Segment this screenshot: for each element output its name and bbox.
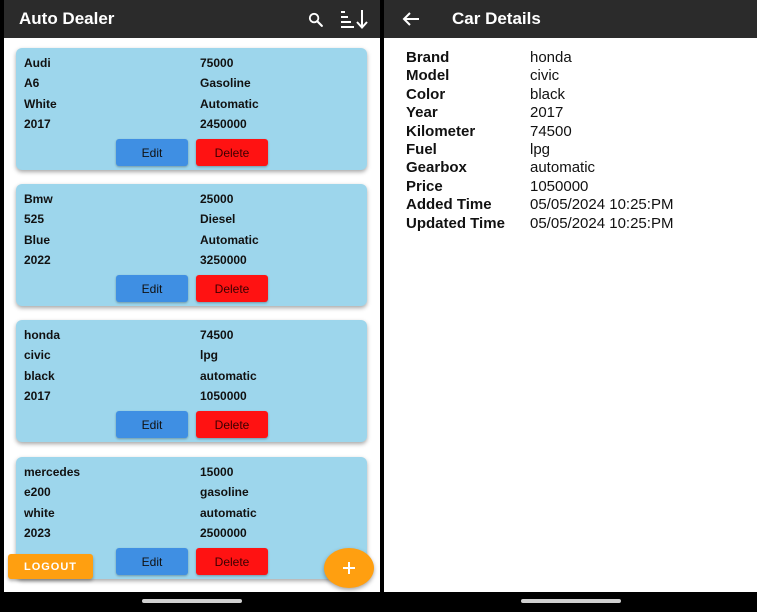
car-price: 2450000 <box>200 117 247 131</box>
detail-label: Gearbox <box>406 159 467 177</box>
home-gesture-bar[interactable] <box>520 599 621 603</box>
detail-value: 2017 <box>530 104 564 122</box>
car-model: e200 <box>24 485 51 499</box>
car-color: White <box>24 97 57 111</box>
delete-button[interactable]: Delete <box>196 548 268 575</box>
app-bar: Auto Dealer <box>4 0 380 38</box>
car-card[interactable]: honda 74500 civic lpg black automatic 2017 1050… <box>16 320 367 442</box>
detail-label: Added Time <box>406 196 492 214</box>
detail-row: Color black <box>406 86 673 104</box>
edit-button[interactable]: Edit <box>116 139 188 166</box>
delete-button[interactable]: Delete <box>196 411 268 438</box>
detail-value: honda <box>530 49 572 66</box>
detail-value: automatic <box>530 159 596 177</box>
car-model: A6 <box>24 76 40 90</box>
car-price: 1050000 <box>200 389 247 403</box>
detail-row: Fuel lpg <box>406 141 673 159</box>
detail-value: black <box>530 85 566 103</box>
car-brand: honda <box>24 328 60 342</box>
detail-row: Price 1050000 <box>406 178 673 196</box>
add-car-button[interactable] <box>324 548 374 588</box>
delete-button[interactable]: Delete <box>196 275 268 302</box>
car-year: 2017 <box>24 117 51 131</box>
home-gesture-bar[interactable] <box>142 599 242 603</box>
logout-button[interactable]: LOGOUT <box>8 554 93 579</box>
car-fuel: Diesel <box>200 212 236 226</box>
detail-label: Fuel <box>406 140 437 158</box>
sort-descending-icon[interactable] <box>340 0 370 38</box>
car-brand: mercedes <box>24 465 81 479</box>
detail-row: Gearbox automatic <box>406 159 673 177</box>
car-year: 2023 <box>24 526 51 540</box>
car-details-screen: Car Details Brand honda Model civic Color bla… <box>384 0 757 612</box>
car-color: Blue <box>24 233 51 247</box>
detail-row: Kilometer 74500 <box>406 123 673 141</box>
car-brand: Audi <box>24 56 51 70</box>
car-card[interactable]: Bmw 25000 525 Diesel Blue Automatic 2022 325000… <box>16 184 367 306</box>
car-gearbox: Automatic <box>200 97 259 111</box>
app-title: Auto Dealer <box>19 9 115 28</box>
detail-value: 05/05/2024 10:25:PM <box>530 196 674 214</box>
car-model: 525 <box>24 212 45 226</box>
detail-row: Updated Time 05/05/2024 10:25:PM <box>406 215 673 233</box>
detail-label: Model <box>406 67 450 85</box>
car-price: 2500000 <box>200 526 247 540</box>
detail-label: Year <box>406 104 438 122</box>
car-fuel: gasoline <box>200 485 249 499</box>
details-title: Car Details <box>452 9 541 28</box>
car-details-table: Brand honda Model civic Color black Year 2017 Ki… <box>406 49 673 233</box>
detail-row: Model civic <box>406 67 673 85</box>
car-price: 3250000 <box>200 253 247 267</box>
car-year: 2022 <box>24 253 51 267</box>
details-app-bar: Car Details <box>384 0 757 38</box>
car-list[interactable]: Audi 75000 A6 Gasoline White Automatic 2017 245… <box>4 38 380 592</box>
detail-row: Year 2017 <box>406 104 673 122</box>
plus-icon <box>343 562 355 574</box>
delete-button[interactable]: Delete <box>196 139 268 166</box>
system-nav-bar <box>384 592 757 612</box>
edit-button[interactable]: Edit <box>116 411 188 438</box>
car-km: 15000 <box>200 465 234 479</box>
edit-button[interactable]: Edit <box>116 548 188 575</box>
car-fuel: Gasoline <box>200 76 251 90</box>
car-km: 74500 <box>200 328 234 342</box>
arrow-back-icon[interactable] <box>396 0 426 38</box>
car-fuel: lpg <box>200 348 218 362</box>
car-list-screen: Auto Dealer Audi 75000 A6 Gasoline White Auto… <box>4 0 380 612</box>
detail-value: lpg <box>530 140 551 158</box>
car-km: 75000 <box>200 56 234 70</box>
car-color: white <box>24 506 55 520</box>
detail-value: 05/05/2024 10:25:PM <box>530 214 674 232</box>
car-year: 2017 <box>24 389 51 403</box>
car-gearbox: automatic <box>200 506 257 520</box>
system-nav-bar <box>4 592 380 612</box>
car-card[interactable]: Audi 75000 A6 Gasoline White Automatic 2017 245… <box>16 48 367 170</box>
detail-value: 1050000 <box>530 177 589 195</box>
detail-label: Color <box>406 85 446 103</box>
detail-value: civic <box>530 67 560 85</box>
search-icon[interactable] <box>302 0 328 38</box>
car-brand: Bmw <box>24 192 53 206</box>
car-color: black <box>24 369 55 383</box>
car-gearbox: Automatic <box>200 233 259 247</box>
detail-label: Updated Time <box>406 214 505 232</box>
car-model: civic <box>24 348 51 362</box>
car-km: 25000 <box>200 192 234 206</box>
detail-label: Kilometer <box>406 122 476 140</box>
detail-label: Brand <box>406 49 450 66</box>
detail-row: Added Time 05/05/2024 10:25:PM <box>406 196 673 214</box>
detail-label: Price <box>406 177 443 195</box>
detail-row: Brand honda <box>406 49 673 67</box>
edit-button[interactable]: Edit <box>116 275 188 302</box>
car-gearbox: automatic <box>200 369 257 383</box>
detail-value: 74500 <box>530 122 572 140</box>
